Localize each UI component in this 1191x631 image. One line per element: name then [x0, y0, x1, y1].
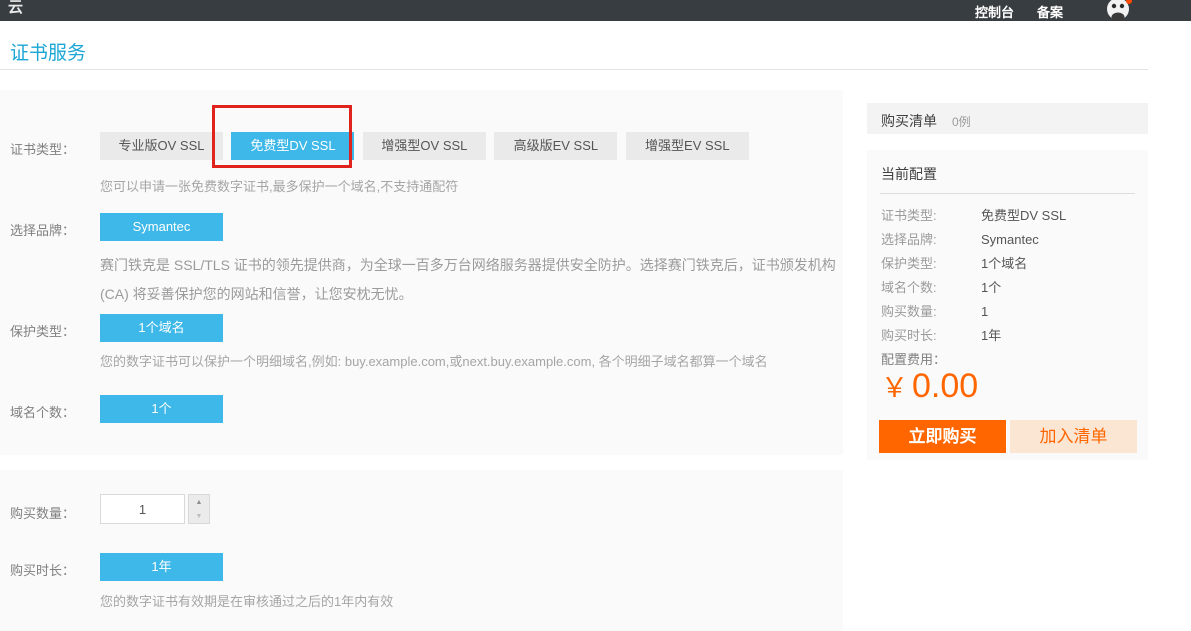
summary-row-label: 证书类型:	[881, 208, 937, 223]
spinner-down-icon[interactable]: ▼	[189, 509, 209, 523]
tab-professional-ov-ssl[interactable]: 专业版OV SSL	[100, 132, 223, 160]
page-title: 证书服务	[10, 43, 87, 64]
title-divider	[0, 69, 1148, 70]
cert-type-tabs: 专业版OV SSL 免费型DV SSL 增强型OV SSL 高级版EV SSL …	[100, 132, 753, 160]
tab-free-dv-ssl[interactable]: 免费型DV SSL	[231, 132, 355, 160]
cart-title: 购买清单	[881, 113, 937, 129]
summary-row-value: 1年	[981, 328, 1002, 343]
summary-row-value: 1个域名	[981, 256, 1028, 271]
duration-description: 您的数字证书有效期是在审核通过之后的1年内有效	[100, 594, 394, 609]
cart-header: 购买清单 0例	[867, 103, 1148, 134]
spinner-up-icon[interactable]: ▲	[189, 495, 209, 509]
summary-row-label: 域名个数:	[881, 280, 937, 295]
cart-count-badge: 0例	[952, 115, 971, 129]
cert-type-label: 证书类型：	[10, 142, 76, 157]
summary-row-cert-type: 证书类型: 免费型DV SSL	[881, 204, 1136, 228]
brand-label: 选择品牌：	[10, 223, 76, 238]
brand-description: 赛门铁克是 SSL/TLS 证书的领先提供商，为全球一百多万台网络服务器提供安全…	[100, 257, 836, 302]
cert-type-description: 您可以申请一张免费数字证书,最多保护一个域名,不支持通配符	[100, 179, 459, 194]
current-config-title: 当前配置	[881, 166, 937, 182]
price-amount: 0.00	[912, 367, 979, 405]
summary-row-label: 购买时长:	[881, 328, 937, 343]
duration-label: 购买时长：	[10, 563, 76, 578]
user-avatar[interactable]	[1106, 0, 1132, 21]
console-link[interactable]: 控制台	[975, 2, 1014, 21]
summary-row-quantity: 购买数量: 1	[881, 300, 1136, 324]
summary-row-label: 保护类型:	[881, 256, 937, 271]
certificate-service-page: 云 控制台 备案 证书服务 证书类型： 专业版OV SSL 免费型DV SSL …	[0, 0, 1191, 631]
summary-row-domain-count: 域名个数: 1个	[881, 276, 1136, 300]
summary-row-label: 选择品牌:	[881, 232, 937, 247]
topbar: 云 控制台 备案	[0, 0, 1191, 21]
notification-dot-icon	[1126, 0, 1132, 4]
summary-row-duration: 购买时长: 1年	[881, 324, 1136, 348]
currency-symbol: ￥	[881, 373, 908, 403]
quantity-stepper: ▲ ▼	[188, 494, 210, 524]
quantity-label: 购买数量：	[10, 506, 76, 521]
buy-now-button[interactable]: 立即购买	[879, 420, 1006, 453]
tab-enhanced-ev-ssl[interactable]: 增强型EV SSL	[625, 132, 749, 160]
protect-type-description: 您的数字证书可以保护一个明细域名,例如: buy.example.com,或ne…	[100, 354, 768, 369]
summary-row-value: 免费型DV SSL	[981, 208, 1067, 223]
add-to-cart-button[interactable]: 加入清单	[1010, 420, 1137, 453]
summary-row-brand: 选择品牌: Symantec	[881, 228, 1136, 252]
domain-count-option[interactable]: 1个	[100, 395, 223, 423]
current-config-panel: 当前配置 证书类型: 免费型DV SSL 选择品牌: Symantec 保护类型: 1…	[867, 150, 1148, 460]
protect-type-label: 保护类型：	[10, 324, 76, 339]
tab-advanced-ev-ssl[interactable]: 高级版EV SSL	[494, 132, 618, 160]
price-display: ￥ 0.00	[881, 366, 978, 406]
summary-row-label: 购买数量:	[881, 304, 937, 319]
duration-option[interactable]: 1年	[100, 553, 223, 581]
cloud-logo[interactable]: 云	[8, 0, 23, 17]
summary-row-protect-type: 保护类型: 1个域名	[881, 252, 1136, 276]
quantity-input[interactable]	[100, 494, 185, 524]
brand-option-symantec[interactable]: Symantec	[100, 213, 223, 241]
summary-row-value: 1个	[981, 280, 1002, 295]
domain-count-label: 域名个数：	[10, 405, 76, 420]
protect-type-option[interactable]: 1个域名	[100, 314, 223, 342]
tab-enhanced-ov-ssl[interactable]: 增强型OV SSL	[362, 132, 486, 160]
summary-row-value: Symantec	[981, 232, 1039, 247]
summary-divider	[880, 193, 1135, 194]
summary-rows: 证书类型: 免费型DV SSL 选择品牌: Symantec 保护类型: 1个域名 域…	[881, 204, 1136, 348]
summary-row-value: 1	[981, 304, 989, 319]
beian-link[interactable]: 备案	[1037, 2, 1063, 21]
